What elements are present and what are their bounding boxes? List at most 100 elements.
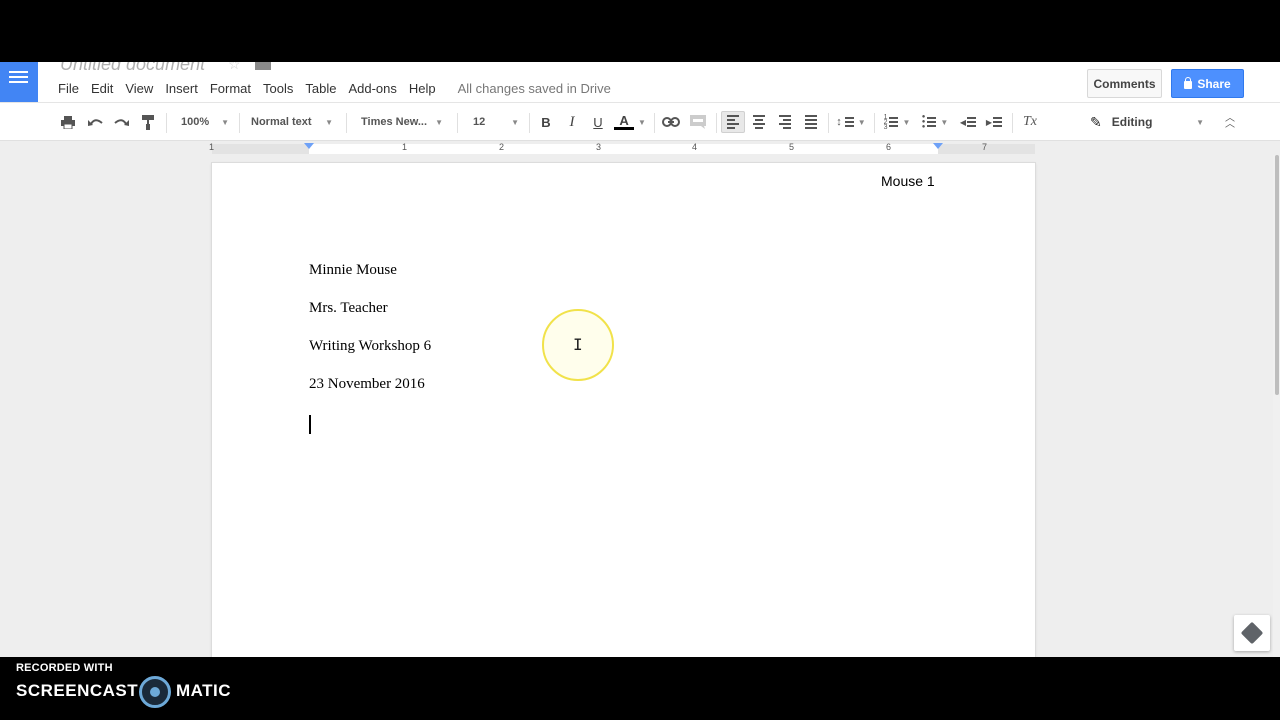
menu-add-ons[interactable]: Add-ons (342, 81, 402, 96)
chevron-down-icon: ▼ (857, 117, 866, 127)
increase-indent-button[interactable]: ▶ (983, 111, 1005, 133)
screencast-logo-icon (139, 676, 171, 708)
pencil-icon: ✎ (1090, 113, 1102, 130)
line-spacing-button[interactable]: ↕ ▼ (834, 111, 868, 133)
menu-help[interactable]: Help (403, 81, 442, 96)
italic-button[interactable]: I (561, 111, 583, 133)
formatting-toolbar: 100% ▼ Normal text ▼ Times New... ▼ 12 ▼… (0, 102, 1280, 141)
numbered-list-button[interactable]: 123 ▼ (880, 111, 914, 133)
align-left-icon (727, 115, 739, 129)
paragraph-date[interactable]: 23 November 2016 (309, 376, 425, 393)
print-icon[interactable] (57, 111, 79, 133)
justify-button[interactable] (800, 111, 822, 133)
paint-format-icon[interactable] (137, 111, 159, 133)
text-color-icon: A (614, 114, 635, 130)
page-header-text[interactable]: Mouse 1 (881, 173, 935, 189)
align-left-button[interactable] (721, 111, 745, 133)
undo-icon[interactable] (84, 111, 106, 133)
align-center-button[interactable] (748, 111, 770, 133)
ruler-number: 6 (886, 142, 892, 152)
zoom-value: 100% (181, 116, 210, 128)
ruler[interactable]: 1 1 2 3 4 5 6 7 (0, 141, 1280, 155)
ruler-number: 1 (402, 142, 408, 152)
clear-formatting-button[interactable]: Tx (1019, 111, 1041, 133)
ruler-left-margin[interactable] (212, 144, 309, 154)
left-indent-marker[interactable] (304, 143, 314, 149)
line-spacing-icon: ↕ (836, 116, 854, 128)
document-page[interactable]: Mouse 1 Minnie Mouse Mrs. Teacher Writin… (212, 163, 1035, 657)
text-cursor (309, 415, 311, 434)
folder-icon[interactable] (255, 62, 271, 70)
ruler-number: 4 (692, 142, 698, 152)
ruler-track (212, 144, 1035, 154)
menu-tools[interactable]: Tools (257, 81, 299, 96)
justify-icon (805, 115, 817, 129)
font-size-select[interactable]: 12 ▼ (467, 111, 523, 133)
clear-formatting-icon: Tx (1023, 114, 1037, 129)
chevron-down-icon: ▼ (435, 117, 443, 127)
ibeam-cursor-icon: I (573, 335, 583, 354)
collapse-menus-button[interactable]: ︿ ︿ (1219, 111, 1241, 133)
underline-button[interactable]: U (587, 111, 609, 133)
increase-indent-icon: ▶ (986, 117, 1003, 127)
bold-button[interactable]: B (535, 111, 557, 133)
menu-bar: File Edit View Insert Format Tools Table… (52, 78, 611, 98)
paragraph-teacher[interactable]: Mrs. Teacher (309, 300, 388, 317)
bulleted-list-button[interactable]: ● ● ● ▼ (918, 111, 952, 133)
comments-button[interactable]: Comments (1087, 69, 1162, 98)
ruler-number: 7 (982, 142, 988, 152)
menu-table[interactable]: Table (299, 81, 342, 96)
font-value: Times New... (361, 116, 428, 128)
paragraph-name[interactable]: Minnie Mouse (309, 262, 397, 279)
comment-icon[interactable] (687, 111, 709, 133)
share-button[interactable]: Share (1171, 69, 1244, 98)
align-center-icon (753, 115, 765, 129)
italic-icon: I (569, 113, 575, 130)
menu-file[interactable]: File (52, 81, 85, 96)
font-select[interactable]: Times New... ▼ (355, 111, 447, 133)
editing-mode-label: Editing (1111, 115, 1153, 129)
ruler-number: 2 (499, 142, 505, 152)
watermark-brand-left: SCREENCAST (16, 681, 139, 700)
editing-mode-select[interactable]: ✎ Editing ▼ (1084, 111, 1210, 133)
explore-icon (1240, 621, 1264, 645)
redo-icon[interactable] (110, 111, 132, 133)
right-indent-marker[interactable] (933, 143, 943, 149)
paragraph-style-value: Normal text (251, 116, 312, 128)
paragraph-style-select[interactable]: Normal text ▼ (245, 111, 337, 133)
explore-button[interactable] (1234, 615, 1270, 651)
document-title[interactable]: Untitled document (60, 62, 205, 75)
watermark-brand-right: MATIC (176, 681, 232, 700)
save-status[interactable]: All changes saved in Drive (458, 81, 611, 96)
bulleted-list-icon: ● ● ● (922, 114, 937, 130)
screen: Untitled document ☆ File Edit View Inser… (0, 0, 1280, 720)
star-icon[interactable]: ☆ (228, 62, 241, 73)
align-right-icon (779, 115, 791, 129)
ruler-number: 1 (209, 142, 215, 152)
scrollbar-thumb[interactable] (1275, 155, 1279, 395)
ruler-number: 3 (596, 142, 602, 152)
google-docs-window: Untitled document ☆ File Edit View Inser… (0, 62, 1280, 657)
menu-format[interactable]: Format (204, 81, 257, 96)
text-color-button[interactable]: A ▼ (613, 111, 647, 133)
lock-icon (1184, 76, 1193, 89)
chevron-double-up-icon: ︿ ︿ (1225, 113, 1235, 130)
paragraph-class[interactable]: Writing Workshop 6 (309, 338, 431, 355)
decrease-indent-button[interactable]: ◀ (957, 111, 979, 133)
chevron-down-icon: ▼ (940, 117, 949, 127)
ruler-number: 5 (789, 142, 795, 152)
menu-insert[interactable]: Insert (159, 81, 204, 96)
chevron-down-icon: ▼ (1196, 117, 1204, 127)
docs-logo-icon[interactable] (0, 62, 38, 103)
menu-edit[interactable]: Edit (85, 81, 119, 96)
link-icon[interactable] (660, 111, 682, 133)
watermark-caption: RECORDED WITH (16, 662, 113, 674)
bold-icon: B (541, 114, 551, 130)
font-size-value: 12 (473, 116, 486, 128)
align-right-button[interactable] (774, 111, 796, 133)
chevron-down-icon: ▼ (902, 117, 911, 127)
chevron-down-icon: ▼ (325, 117, 333, 127)
chevron-down-icon: ▼ (638, 117, 646, 127)
menu-view[interactable]: View (119, 81, 159, 96)
zoom-select[interactable]: 100% ▼ (175, 111, 233, 133)
